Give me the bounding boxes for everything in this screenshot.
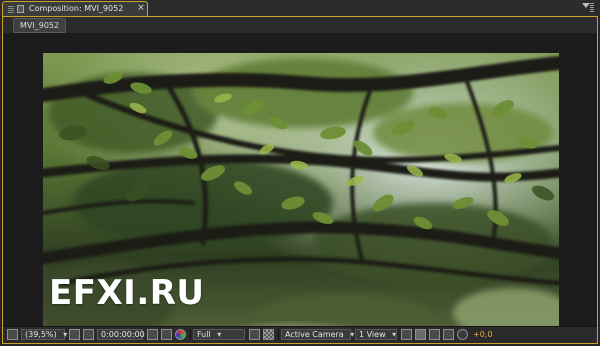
current-time-field[interactable]: 0:00:00:00 [97,329,145,340]
resolution-value: Full [197,330,211,339]
toggle-pixel-aspect-icon[interactable] [401,329,412,340]
composition-name-tab[interactable]: MVI_9052 [13,18,67,33]
viewer-toolbar: (39,5%) 0:00:00:00 Full Active Camera 1 … [3,326,597,343]
transparency-grid-icon[interactable] [263,329,274,340]
viewer-subbar: MVI_9052 [3,17,597,33]
flowchart-icon[interactable] [443,329,454,340]
always-preview-icon[interactable] [7,329,18,340]
color-channel-icon[interactable] [175,329,186,340]
camera-dropdown[interactable]: Active Camera [281,329,351,340]
lock-icon[interactable] [17,5,24,13]
fast-previews-icon[interactable] [415,329,426,340]
show-snapshot-icon[interactable] [161,329,172,340]
magnification-value: (39,5%) [25,330,57,339]
resolution-dropdown[interactable]: Full [193,329,245,340]
timeline-icon[interactable] [429,329,440,340]
close-icon[interactable]: × [136,3,146,13]
grip-icon[interactable] [8,6,14,13]
reset-exposure-icon[interactable] [457,329,468,340]
panel-tabbar: Composition: MVI_9052 × [0,0,600,17]
composition-tab-title: Composition: MVI_9052 [29,4,124,13]
roi-icon[interactable] [249,329,260,340]
safe-zones-icon[interactable] [69,329,80,340]
exposure-value[interactable]: +0,0 [473,329,492,340]
panel-menu-icon[interactable] [582,3,594,12]
composition-panel-tab[interactable]: Composition: MVI_9052 × [2,1,148,16]
toggle-mask-icon[interactable] [83,329,94,340]
composition-viewer: MVI_9052 EFXI.RU (39,5%) ▾ 0:00:00:00 Fu… [2,16,598,344]
magnification-dropdown[interactable]: (39,5%) [21,329,65,340]
snapshot-icon[interactable] [147,329,158,340]
view-layout-value: 1 View [359,330,386,339]
camera-value: Active Camera [285,330,344,339]
watermark-text: EFXI.RU [49,273,205,313]
after-effects-app: Composition: MVI_9052 × MVI_9052 EFXI.RU… [0,0,600,346]
view-layout-dropdown[interactable]: 1 View [355,329,397,340]
video-frame[interactable]: EFXI.RU [43,53,559,343]
viewer-stage[interactable]: EFXI.RU [3,33,597,343]
